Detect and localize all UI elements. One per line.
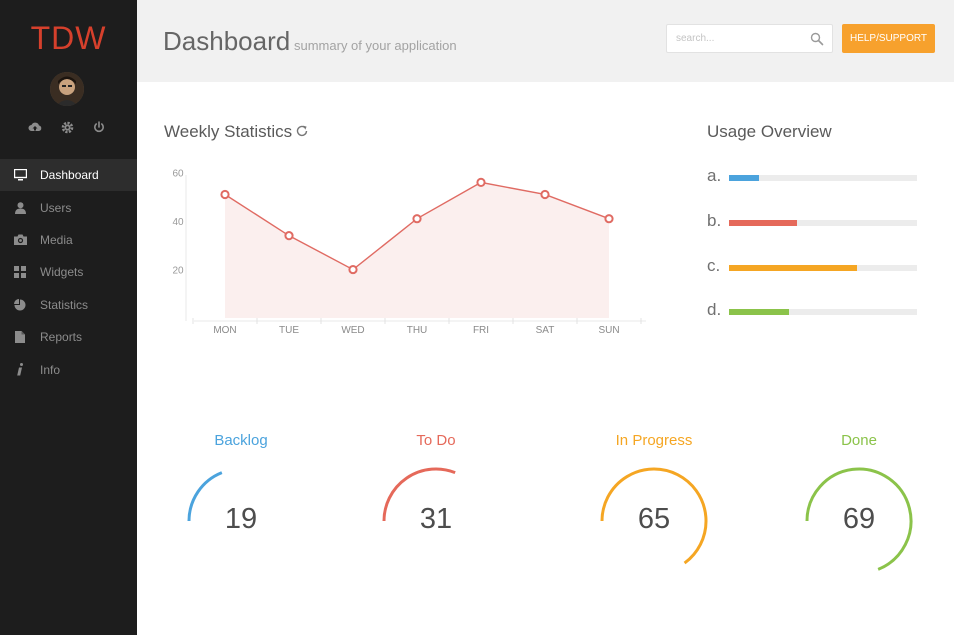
y-tick-label: 20 [172, 266, 184, 277]
page-title: Dashboard [163, 26, 291, 56]
usage-letter: c. [707, 256, 721, 275]
x-tick-label: TUE [279, 325, 299, 336]
x-tick-label: SAT [536, 325, 555, 336]
usage-bar-fill [729, 220, 797, 226]
data-point [284, 231, 294, 241]
usage-bar-track [729, 220, 917, 226]
sidebar-item-label: Widgets [40, 265, 84, 280]
chart-area [225, 182, 609, 318]
y-tick-label: 60 [172, 169, 184, 180]
gauge-done: Done 69 [789, 428, 929, 598]
sidebar-item-statistics[interactable]: Statistics [0, 289, 137, 321]
gear-icon[interactable] [59, 120, 75, 134]
usage-overview-title: Usage Overview [707, 122, 832, 141]
sidebar-item-label: Statistics [40, 297, 89, 312]
x-tick-label: FRI [473, 325, 489, 336]
x-tick-label: MON [213, 325, 236, 336]
gauge-value: 19 [224, 503, 258, 535]
search-input[interactable] [676, 25, 806, 52]
gauge-value: 65 [637, 503, 671, 535]
search-box [666, 24, 833, 53]
weekly-statistics-title: Weekly Statistics [164, 122, 293, 141]
avatar[interactable] [50, 72, 84, 106]
cloud-upload-icon[interactable] [27, 120, 43, 134]
data-point [476, 177, 486, 187]
app-root: TDW Dashboard Users Media Widgets Statis… [0, 0, 954, 635]
gauge-value: 31 [419, 503, 453, 535]
gauge-backlog: Backlog 19 [171, 428, 311, 598]
gauge-label: Done [841, 432, 877, 449]
usage-bar-track [729, 309, 917, 315]
gauge-label: In Progress [615, 432, 693, 449]
data-point [604, 214, 614, 224]
sidebar-item-label: Dashboard [40, 168, 99, 183]
gauge-label: Backlog [214, 432, 268, 449]
sidebar-nav: Dashboard Users Media Widgets Statistics… [0, 159, 137, 386]
usage-bar-fill [729, 309, 790, 315]
grid-icon [0, 256, 40, 288]
y-tick-label: 40 [172, 217, 184, 228]
power-icon[interactable] [91, 120, 107, 134]
help-support-button[interactable]: HELP/SUPPORT [842, 24, 935, 53]
data-point [540, 189, 550, 200]
usage-bar-fill [729, 175, 760, 181]
usage-bar-fill [729, 265, 857, 271]
sidebar: TDW Dashboard Users Media Widgets Statis… [0, 0, 137, 635]
sidebar-item-dashboard[interactable]: Dashboard [0, 159, 137, 192]
logo[interactable]: TDW [0, 20, 137, 57]
usage-row: c. [707, 256, 919, 276]
sidebar-item-label: Media [40, 232, 73, 247]
usage-letter: d. [707, 300, 722, 319]
data-point [348, 264, 358, 275]
x-tick-label: WED [341, 325, 364, 336]
sidebar-item-label: Users [40, 200, 72, 215]
usage-letter: a. [707, 166, 722, 185]
x-tick-label: SUN [598, 325, 619, 336]
gauge-value: 69 [842, 503, 876, 535]
header: Dashboard summary of your application HE… [137, 0, 954, 82]
document-icon [0, 321, 40, 353]
camera-icon [0, 224, 40, 256]
monitor-icon [0, 159, 40, 191]
gauge-in-progress: In Progress 65 [584, 428, 724, 598]
user-icon [0, 192, 40, 224]
gauge-label: To Do [416, 432, 456, 449]
usage-row: b. [707, 211, 919, 231]
sidebar-item-widgets[interactable]: Widgets [0, 256, 137, 288]
sidebar-item-label: Info [40, 362, 61, 377]
x-tick-label: THU [407, 325, 428, 336]
sidebar-item-users[interactable]: Users [0, 191, 137, 223]
data-point [220, 189, 230, 200]
usage-row: d. [707, 300, 919, 320]
usage-letter: b. [707, 211, 722, 230]
data-point [412, 214, 422, 224]
pie-chart-icon [0, 289, 40, 321]
usage-bar-track [729, 265, 917, 271]
page-subtitle: summary of your application [294, 38, 457, 53]
sidebar-item-reports[interactable]: Reports [0, 321, 137, 353]
sidebar-utility-row [27, 120, 107, 134]
sidebar-item-label: Reports [40, 330, 83, 345]
usage-bar-track [729, 175, 917, 181]
refresh-icon[interactable] [295, 124, 309, 138]
weekly-statistics-chart: 20 40 60 MON TUE WED THU FRI SAT SUN [172, 169, 646, 336]
sidebar-item-info[interactable]: Info [0, 353, 137, 385]
usage-row: a. [707, 166, 919, 186]
search-icon[interactable] [810, 32, 824, 46]
gauge-todo: To Do 31 [366, 428, 506, 598]
info-icon [0, 354, 40, 386]
sidebar-item-media[interactable]: Media [0, 224, 137, 256]
